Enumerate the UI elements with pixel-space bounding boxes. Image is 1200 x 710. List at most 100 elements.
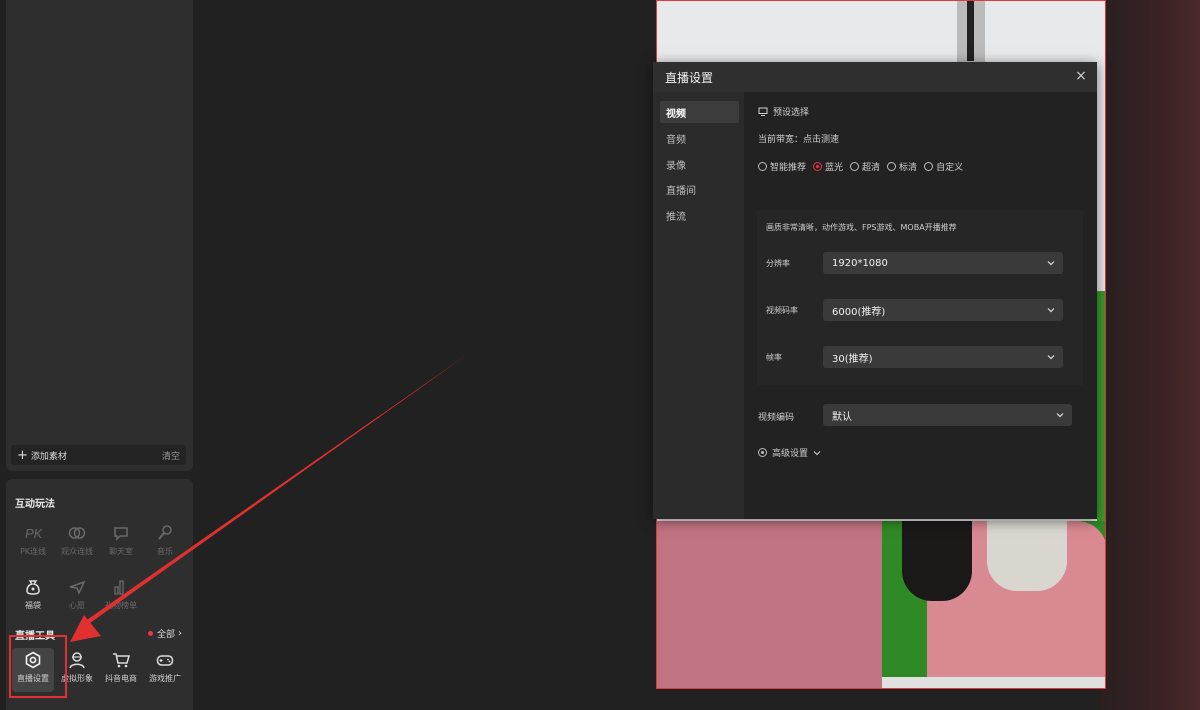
tool-label: 游戏推广 <box>149 674 181 683</box>
dialog-titlebar: 直播设置 <box>653 62 1097 92</box>
quality-settings-box: 画质非常清晰，动作游戏、FPS游戏、MOBA开播推荐 分辨率 1920*1080… <box>757 210 1083 385</box>
microphone-icon <box>158 525 172 540</box>
tool-label: 福袋 <box>25 601 41 610</box>
lucky-bag-icon <box>26 580 40 595</box>
preview-hair <box>902 521 972 601</box>
radio-selected-icon <box>813 162 823 171</box>
cart-icon <box>113 653 130 668</box>
preset-bluray[interactable]: 蓝光 <box>813 160 843 173</box>
bitrate-value: 6000(推荐) <box>832 306 886 318</box>
chevron-down-icon <box>1047 355 1055 360</box>
pk-icon: PK <box>25 526 42 541</box>
tool-wish[interactable]: 心愿 <box>56 575 98 619</box>
resolution-value: 1920*1080 <box>832 257 888 269</box>
quality-description: 画质非常清晰，动作游戏、FPS游戏、MOBA开播推荐 <box>766 223 957 232</box>
avatar-icon <box>69 652 85 669</box>
chat-icon <box>114 527 128 541</box>
chevron-down-icon <box>813 450 821 455</box>
resolution-select[interactable]: 1920*1080 <box>823 252 1063 274</box>
live-settings-dialog: 直播设置 × 视频 音频 录像 直播间 推流 预设选择 当前带宽：点击测速 智能… <box>653 62 1097 519</box>
preset-super-hd[interactable]: 超清 <box>850 160 880 173</box>
tool-label: 心愿 <box>69 601 85 610</box>
monitor-icon <box>758 107 768 116</box>
tool-label: 观众连线 <box>61 547 93 556</box>
encoder-value: 默认 <box>832 411 852 423</box>
tab-live-room[interactable]: 直播间 <box>660 178 739 200</box>
notification-dot <box>148 631 153 636</box>
tool-chat-room[interactable]: 聊天室 <box>100 521 142 565</box>
radio-label: 智能推荐 <box>770 163 807 173</box>
bitrate-select[interactable]: 6000(推荐) <box>823 299 1063 321</box>
framerate-value: 30(推荐) <box>832 353 873 365</box>
bitrate-label: 视频码率 <box>766 306 798 315</box>
tool-game-promo[interactable]: 游戏推广 <box>144 648 186 692</box>
preset-smart[interactable]: 智能推荐 <box>758 160 806 173</box>
tool-label: 抖音电商 <box>105 674 137 683</box>
background-edge <box>1100 0 1200 710</box>
chevron-right-icon: › <box>178 628 183 639</box>
advanced-label: 高级设置 <box>772 449 809 459</box>
radio-label: 自定义 <box>936 163 964 173</box>
gamepad-icon <box>156 655 174 666</box>
preview-floor <box>882 677 1105 688</box>
clear-button[interactable]: 清空 <box>162 449 180 462</box>
highlight-box <box>9 635 67 698</box>
preview-left-frame <box>657 521 882 688</box>
preview-collar <box>987 521 1067 591</box>
target-icon <box>758 448 767 457</box>
add-material-bar[interactable]: + 添加素材 清空 <box>11 445 186 465</box>
chevron-down-icon <box>1047 261 1055 266</box>
bandwidth-test-link[interactable]: 当前带宽：点击测速 <box>758 132 839 145</box>
encoder-label: 视频编码 <box>758 413 795 423</box>
tool-audience-link[interactable]: 观众连线 <box>56 521 98 565</box>
tool-lucky-bag[interactable]: 福袋 <box>12 575 54 619</box>
framerate-label: 帧率 <box>766 353 782 362</box>
preset-section: 预设选择 <box>758 105 809 118</box>
encoder-select[interactable]: 默认 <box>823 404 1072 426</box>
add-material-label: 添加素材 <box>30 451 67 462</box>
tab-video[interactable]: 视频 <box>660 101 739 123</box>
add-material-button[interactable]: + 添加素材 <box>17 449 67 462</box>
dialog-title: 直播设置 <box>665 70 714 85</box>
preset-custom[interactable]: 自定义 <box>924 160 963 173</box>
dialog-sidebar: 视频 音频 录像 直播间 推流 <box>653 92 744 519</box>
all-tools-label: 全部 <box>157 630 176 640</box>
tool-gift-rank[interactable]: 礼物榜单 <box>100 575 142 619</box>
advanced-settings-toggle[interactable]: 高级设置 <box>758 446 821 459</box>
radio-icon <box>850 162 860 171</box>
link-icon <box>68 527 86 539</box>
radio-icon <box>758 162 767 171</box>
material-panel <box>6 0 193 471</box>
tab-recording[interactable]: 录像 <box>660 153 739 175</box>
all-tools-link[interactable]: 全部 › <box>148 627 182 640</box>
svg-text:PK: PK <box>25 526 42 541</box>
tool-ecommerce[interactable]: 抖音电商 <box>100 648 142 692</box>
tab-audio[interactable]: 音频 <box>660 127 739 149</box>
dialog-body: 预设选择 当前带宽：点击测速 智能推荐 蓝光 超清 标清 自定义 画质非常清晰，… <box>744 92 1097 519</box>
tool-music[interactable]: 音乐 <box>144 521 186 565</box>
preset-label: 预设选择 <box>773 108 810 118</box>
radio-icon <box>887 162 897 171</box>
resolution-label: 分辨率 <box>766 259 790 268</box>
radio-icon <box>924 162 934 171</box>
tool-pk[interactable]: PK PK连线 <box>12 521 54 565</box>
radio-label: 蓝光 <box>825 163 844 173</box>
wish-icon <box>69 580 86 595</box>
chevron-down-icon <box>1047 308 1055 313</box>
radio-label: 超清 <box>862 163 881 173</box>
preview-greenscreen <box>1097 291 1105 521</box>
framerate-select[interactable]: 30(推荐) <box>823 346 1063 368</box>
tool-label: 音乐 <box>157 547 173 556</box>
tool-label: 聊天室 <box>109 547 133 556</box>
chevron-down-icon <box>1056 413 1064 418</box>
preset-standard[interactable]: 标清 <box>887 160 917 173</box>
close-icon[interactable]: × <box>1073 68 1089 84</box>
tab-stream[interactable]: 推流 <box>660 204 739 226</box>
preset-radio-group: 智能推荐 蓝光 超清 标清 自定义 <box>758 160 970 173</box>
tool-label: PK连线 <box>19 547 47 556</box>
plus-icon: + <box>17 447 28 463</box>
tool-label: 礼物榜单 <box>105 601 137 610</box>
preview-pole <box>957 1 985 63</box>
chart-icon <box>114 580 124 595</box>
interactive-title: 互动玩法 <box>15 499 55 510</box>
